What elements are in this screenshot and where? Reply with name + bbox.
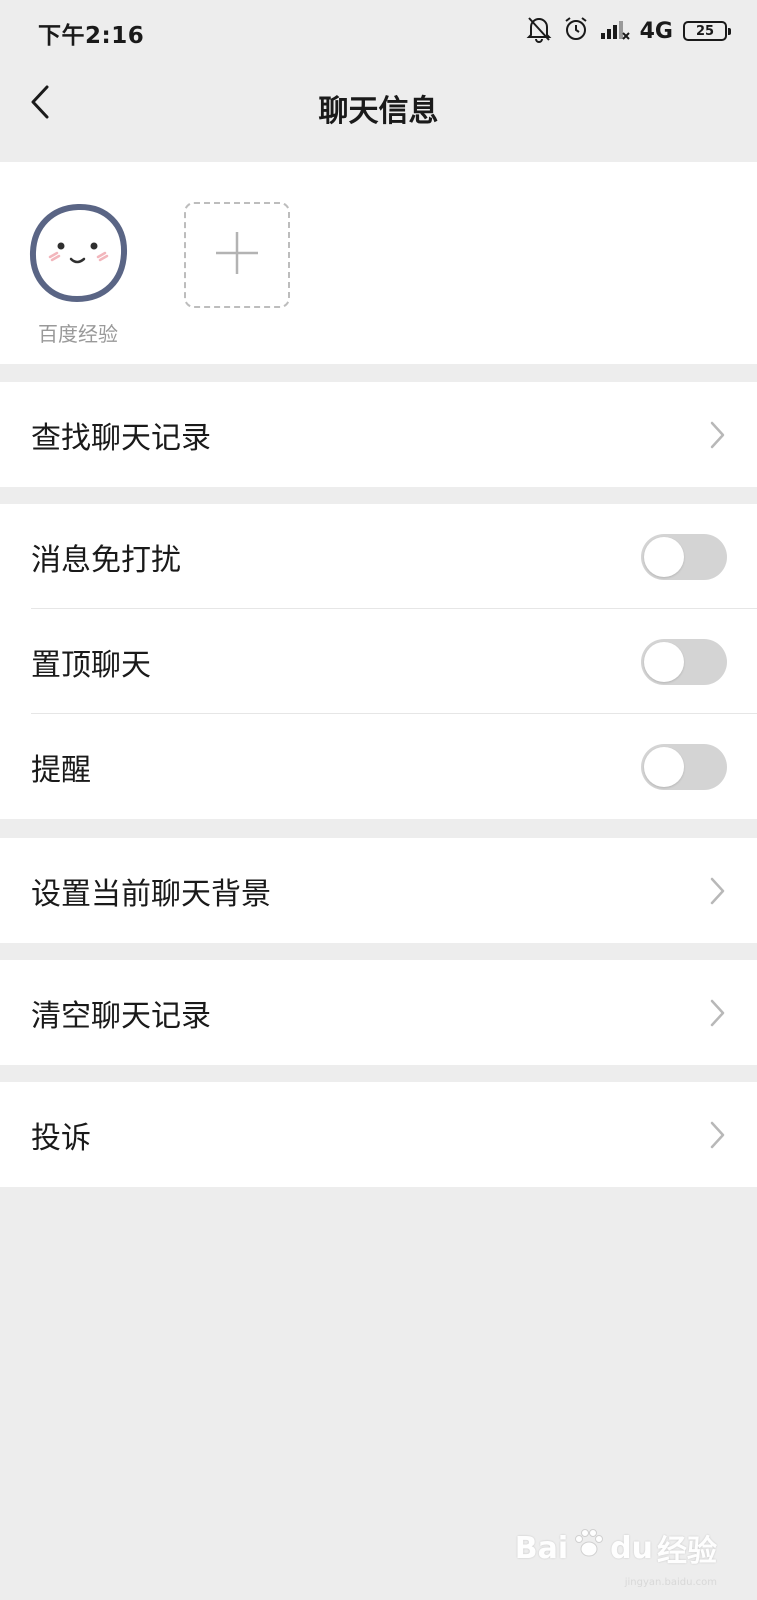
members-section: 百度经验: [0, 162, 757, 364]
chat-background-label: 设置当前聊天背景: [31, 876, 271, 912]
add-member-button[interactable]: [184, 202, 290, 308]
clear-history-item[interactable]: 清空聊天记录: [0, 960, 757, 1065]
status-bar: 下午2:16 4G 25: [0, 0, 757, 62]
signal-icon: [600, 17, 630, 45]
status-time: 下午2:16: [38, 23, 145, 49]
report-label: 投诉: [31, 1120, 91, 1156]
mute-label: 消息免打扰: [31, 542, 181, 578]
clear-history-label: 清空聊天记录: [31, 998, 211, 1034]
report-item[interactable]: 投诉: [0, 1082, 757, 1187]
bell-muted-icon: [526, 15, 552, 47]
pin-label: 置顶聊天: [31, 647, 151, 683]
toggle-knob: [644, 537, 684, 577]
mute-toggle[interactable]: [641, 534, 727, 580]
watermark-url: jingyan.baidu.com: [624, 1577, 717, 1588]
chevron-right-icon: [707, 876, 727, 906]
watermark-brand: Bai: [514, 1530, 569, 1566]
remind-item: 提醒: [0, 714, 757, 819]
plus-icon: [214, 230, 260, 280]
pin-toggle[interactable]: [641, 639, 727, 685]
battery-level: 25: [695, 23, 715, 39]
search-history-item[interactable]: 查找聊天记录: [0, 382, 757, 487]
mute-item: 消息免打扰: [0, 504, 757, 609]
nav-bar: 聊天信息: [0, 62, 757, 162]
member-item[interactable]: 百度经验: [25, 202, 131, 347]
status-icons: 4G 25: [526, 14, 731, 48]
watermark-suffix: 经验: [657, 1534, 717, 1569]
alarm-icon: [562, 15, 590, 47]
report-section: 投诉: [0, 1082, 757, 1187]
baidu-watermark: Bai du 经验: [515, 1526, 717, 1570]
background-section: 设置当前聊天背景: [0, 838, 757, 943]
page-title: 聊天信息: [318, 94, 439, 129]
network-label: 4G: [639, 18, 673, 44]
pin-item: 置顶聊天: [0, 609, 757, 714]
watermark-brand-2: du: [610, 1530, 653, 1566]
chat-background-item[interactable]: 设置当前聊天背景: [0, 838, 757, 943]
search-history-label: 查找聊天记录: [31, 420, 211, 456]
avatar: [25, 202, 131, 308]
chevron-right-icon: [707, 1120, 727, 1150]
paw-icon: [572, 1527, 606, 1569]
smiley-face-avatar-icon: [26, 201, 130, 309]
clear-history-section: 清空聊天记录: [0, 960, 757, 1065]
remind-label: 提醒: [31, 752, 91, 788]
chevron-right-icon: [707, 420, 727, 450]
toggle-knob: [644, 642, 684, 682]
chevron-right-icon: [707, 998, 727, 1028]
toggle-section: 消息免打扰 置顶聊天 提醒: [0, 504, 757, 819]
search-history-section: 查找聊天记录: [0, 382, 757, 487]
remind-toggle[interactable]: [641, 744, 727, 790]
toggle-knob: [644, 747, 684, 787]
member-name: 百度经验: [38, 322, 118, 346]
battery-icon: 25: [683, 21, 731, 41]
